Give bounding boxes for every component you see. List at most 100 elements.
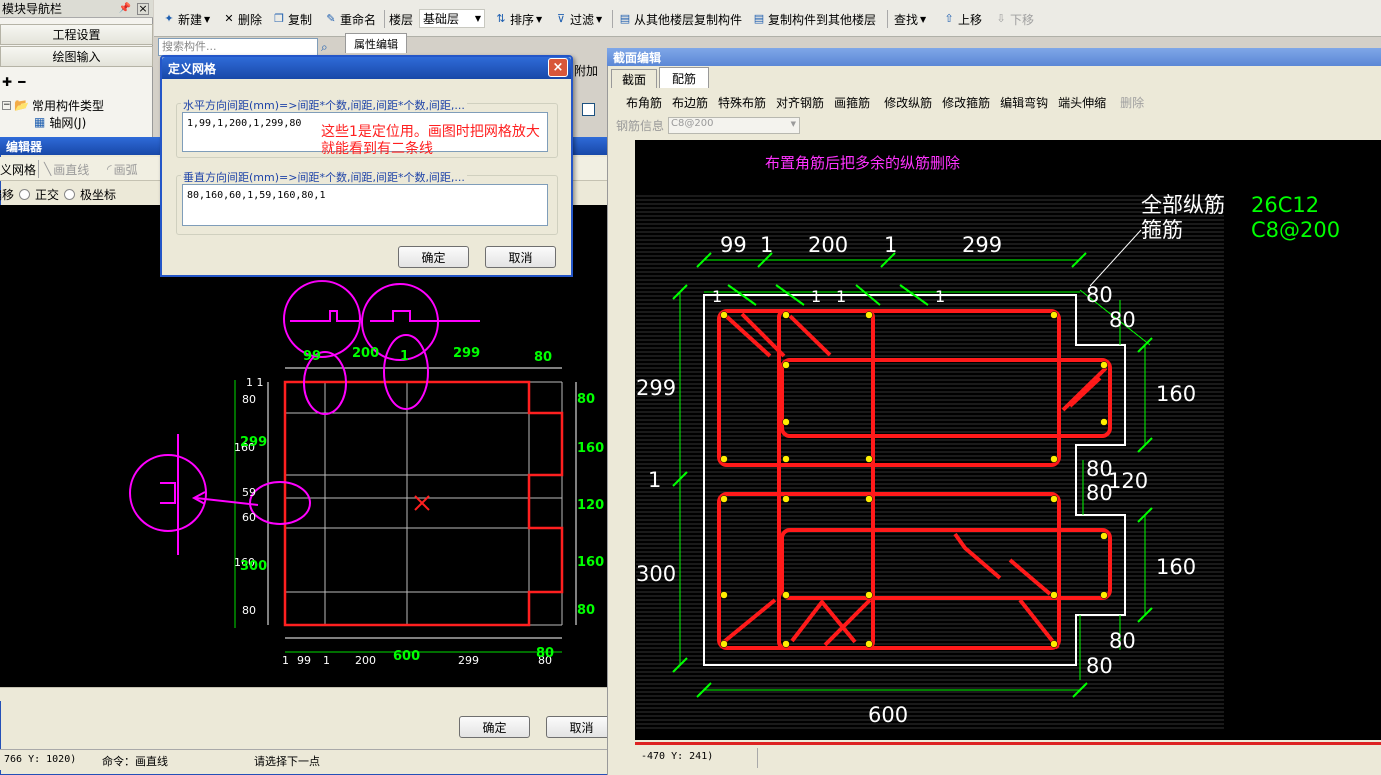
dim-1: 1 (884, 233, 897, 257)
arrow-down-icon: ⇩ (996, 12, 1006, 25)
sort-button[interactable]: ⇅ 排序 ▼ (494, 9, 542, 29)
scrollbar[interactable] (0, 687, 633, 701)
rebar-point[interactable] (1050, 591, 1058, 599)
rebar-point[interactable] (865, 495, 873, 503)
rebar-point[interactable] (865, 455, 873, 463)
left-dim-80: 80 (242, 393, 256, 406)
rebar-point[interactable] (782, 418, 790, 426)
close-icon[interactable]: × (137, 2, 149, 15)
rebar-point[interactable] (720, 495, 728, 503)
offset-option[interactable]: 偏移 (0, 186, 14, 203)
rebar-point[interactable] (782, 361, 790, 369)
section-tool-3[interactable]: 对齐钢筋 (776, 94, 824, 111)
move-down-button[interactable]: ⇩ 下移 (994, 9, 1034, 29)
drawing-input-button[interactable]: 绘图输入 (0, 46, 153, 67)
floor-select[interactable]: 基础层 ▼ (419, 9, 485, 28)
pin-icon[interactable]: 📌 (119, 3, 131, 14)
shape-editor-ok-button[interactable]: 确定 (459, 716, 530, 738)
collapse-icon[interactable]: − (2, 100, 11, 110)
dropdown-arrow-icon: ▼ (536, 14, 543, 24)
find-button[interactable]: 查找 ▼ (894, 9, 926, 29)
filter-button[interactable]: ⊽ 过滤 ▼ (554, 9, 602, 29)
vertical-spacing-field[interactable]: 80,160,60,1,59,160,80,1 (182, 184, 548, 226)
chevron-down-icon[interactable]: ▼ (791, 120, 796, 128)
floor-label: 楼层 (389, 9, 413, 29)
rebar-point[interactable] (865, 591, 873, 599)
rename-button[interactable]: ✎ 重命名 (324, 9, 376, 29)
vertical-label-text: 垂直方向间距(mm)=>间距*个数,间距,间距*个数,间距,... (183, 171, 465, 184)
define-grid-button[interactable]: 定义网格 (0, 159, 36, 179)
section-tool-9[interactable]: 删除 (1120, 94, 1144, 111)
copy-to-floor-button[interactable]: ▤ 复制构件到其他楼层 (752, 9, 876, 29)
move-up-button[interactable]: ⇧ 上移 (942, 9, 982, 29)
search-icon[interactable]: ⌕ (321, 40, 337, 56)
polar-radio[interactable] (64, 188, 76, 200)
collapse-all-icon[interactable]: ━ (18, 75, 25, 89)
dim-right-80: 80 (1086, 283, 1113, 307)
define-grid-cancel-button[interactable]: 取消 (485, 246, 556, 268)
copy-from-floor-button[interactable]: ▤ 从其他楼层复制构件 (618, 9, 742, 29)
rebar-point[interactable] (1100, 591, 1108, 599)
folder-icon: 📂 (14, 98, 29, 112)
rebar-point[interactable] (1050, 455, 1058, 463)
draw-arc-button[interactable]: ◜ 画弧 (107, 159, 138, 179)
rebar-point[interactable] (720, 640, 728, 648)
section-tool-2[interactable]: 特殊布筋 (718, 94, 766, 111)
expand-all-icon[interactable]: ✚ (2, 75, 12, 89)
define-grid-ok-button[interactable]: 确定 (398, 246, 469, 268)
top-dim-99: 99 (303, 349, 321, 364)
section-tool-4[interactable]: 画箍筋 (834, 94, 870, 111)
new-button[interactable]: ✦ 新建 ▼ (162, 9, 210, 29)
define-grid-cancel-label: 取消 (508, 250, 533, 265)
section-tool-1[interactable]: 布边筋 (672, 94, 708, 111)
tab-property-edit[interactable]: 属性编辑 (345, 33, 407, 53)
rebar-point[interactable] (782, 591, 790, 599)
rebar-point[interactable] (1100, 532, 1108, 540)
rebar-point[interactable] (720, 591, 728, 599)
dropdown-arrow-icon: ▼ (204, 14, 211, 24)
attach-label-text: 附加 (574, 64, 599, 78)
chevron-down-icon[interactable]: ▼ (475, 14, 481, 23)
orthogonal-radio[interactable] (19, 188, 31, 200)
rebar-point[interactable] (1050, 495, 1058, 503)
dim-right-80: 80 (1109, 308, 1136, 332)
rebar-point[interactable] (720, 311, 728, 319)
project-settings-button[interactable]: 工程设置 (0, 24, 153, 45)
rebar-point[interactable] (1100, 361, 1108, 369)
draw-line-button[interactable]: ╲ 画直线 (44, 159, 89, 179)
rebar-point[interactable] (865, 311, 873, 319)
rebar-point[interactable] (1050, 640, 1058, 648)
filter-icon: ⊽ (556, 12, 566, 25)
attach-checkbox[interactable] (582, 103, 595, 116)
shape-canvas[interactable]: 99 200 1 299 80 80 160 120 160 80 1 1 80… (0, 205, 633, 687)
section-tool-7[interactable]: 编辑弯钩 (1000, 94, 1048, 111)
search-input[interactable]: 搜索构件... (158, 38, 318, 56)
tree-root[interactable]: − 📂 常用构件类型 (2, 97, 104, 113)
rebar-info-select[interactable]: C8@200 ▼ (668, 116, 801, 134)
tab-rebar[interactable]: 配筋 (659, 67, 709, 88)
rebar-point[interactable] (782, 455, 790, 463)
copy-button[interactable]: ❐ 复制 (272, 9, 312, 29)
rebar-point[interactable] (1050, 311, 1058, 319)
rebar-point[interactable] (782, 640, 790, 648)
label-stirrup-value: C8@200 (1251, 218, 1340, 242)
section-tool-5[interactable]: 修改纵筋 (884, 94, 932, 111)
section-tool-0[interactable]: 布角筋 (626, 94, 662, 111)
section-tool-6[interactable]: 修改箍筋 (942, 94, 990, 111)
copy-from-floor-label: 从其他楼层复制构件 (634, 12, 743, 27)
tree-item-axis[interactable]: ▦ 轴网(J) (34, 114, 86, 130)
rebar-point[interactable] (782, 495, 790, 503)
section-tool-8[interactable]: 端头伸缩 (1058, 94, 1106, 111)
define-grid-close-icon[interactable]: × (548, 58, 568, 77)
sort-label: 排序 (510, 12, 535, 27)
rebar-point[interactable] (782, 311, 790, 319)
tab-section[interactable]: 截面 (611, 69, 657, 88)
rebar-point[interactable] (720, 455, 728, 463)
section-canvas[interactable]: 全部纵筋 26C12 箍筋 C8@200 布置角筋后把多余的纵筋删除 99 1 … (635, 140, 1381, 740)
delete-button[interactable]: ✕ 删除 (222, 9, 262, 29)
bottom-dim-600: 600 (393, 649, 420, 664)
rebar-point[interactable] (865, 640, 873, 648)
rebar-point[interactable] (1100, 418, 1108, 426)
section-status-bar: -470 Y: 241) (635, 742, 1381, 772)
tree-toolbar: ✚ ━ (0, 72, 153, 92)
